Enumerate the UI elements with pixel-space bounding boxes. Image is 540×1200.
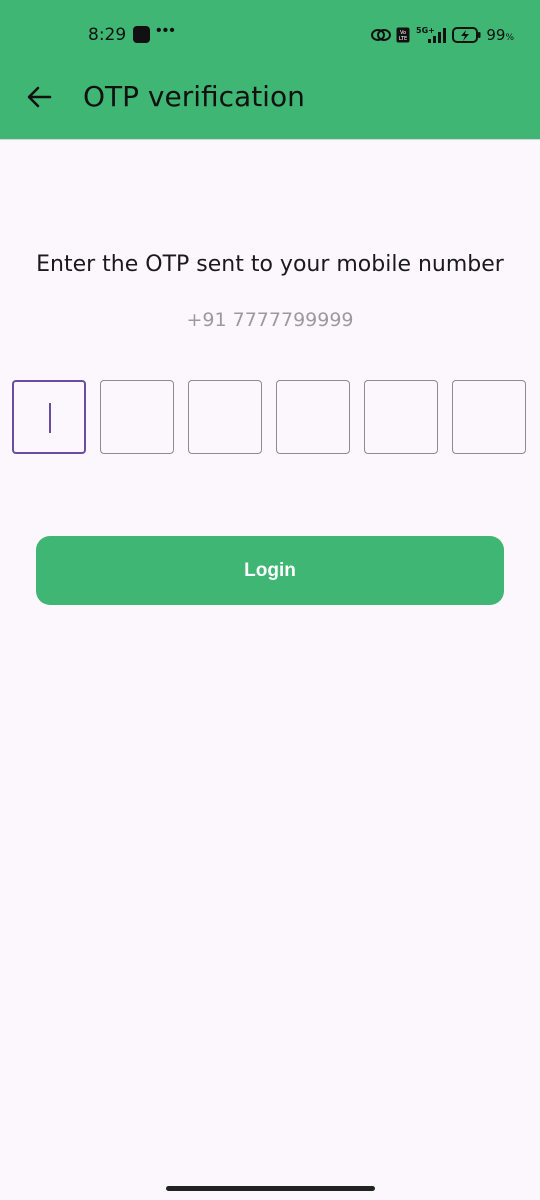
otp-prompt: Enter the OTP sent to your mobile number	[36, 252, 504, 277]
back-button[interactable]	[18, 76, 60, 118]
signal-5g-icon: 5G+	[416, 26, 447, 43]
arrow-left-icon	[27, 86, 52, 108]
battery-level: 99%	[486, 26, 514, 44]
status-bar: 8:29 ••• Vo LTE 5G+ 99%	[0, 0, 540, 70]
otp-digit-6[interactable]	[452, 380, 526, 454]
status-time: 8:29	[88, 25, 127, 45]
svg-text:5G+: 5G+	[416, 26, 435, 35]
app-bar: 8:29 ••• Vo LTE 5G+ 99% OTP verification	[0, 0, 540, 140]
notification-app-icon	[133, 26, 150, 43]
battery-charging-icon	[452, 27, 481, 43]
otp-digit-2[interactable]	[100, 380, 174, 454]
login-button[interactable]: Login	[36, 536, 504, 605]
svg-text:LTE: LTE	[399, 36, 407, 42]
more-notifications-icon: •••	[156, 22, 176, 39]
phone-number: +91 7777799999	[186, 309, 354, 331]
home-indicator[interactable]	[166, 1186, 375, 1191]
otp-digit-5[interactable]	[364, 380, 438, 454]
otp-input-group	[12, 380, 528, 456]
otp-digit-4[interactable]	[276, 380, 350, 454]
otp-digit-3[interactable]	[188, 380, 262, 454]
link-icon	[371, 29, 392, 41]
text-cursor	[49, 403, 51, 433]
volte-icon: Vo LTE	[396, 27, 410, 43]
otp-digit-1[interactable]	[12, 380, 86, 454]
status-icons: Vo LTE 5G+ 99%	[370, 24, 514, 46]
page-title: OTP verification	[83, 80, 305, 113]
